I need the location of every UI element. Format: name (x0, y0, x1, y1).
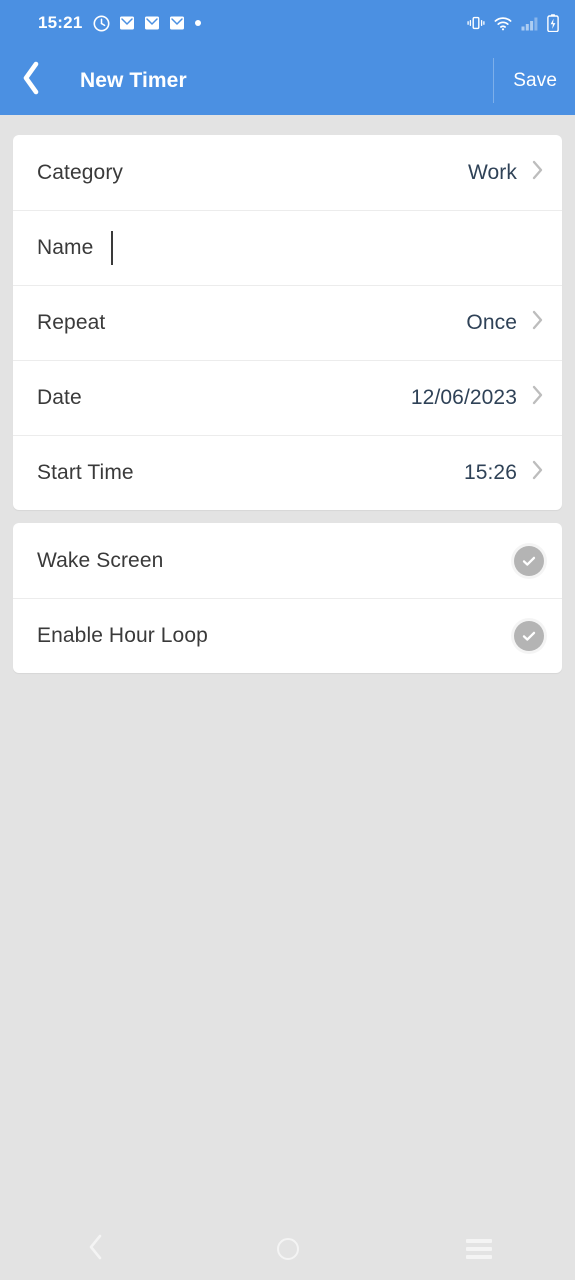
chevron-right-icon (531, 459, 544, 486)
row-enable-hour-loop[interactable]: Enable Hour Loop (13, 598, 562, 673)
dot-icon (194, 19, 202, 27)
row-name[interactable]: Name (13, 210, 562, 285)
row-accessory-enable-hour-loop[interactable] (514, 620, 544, 651)
save-button-label: Save (513, 69, 557, 91)
status-bar: 15:21 (0, 0, 575, 46)
nav-home-button[interactable] (192, 1238, 384, 1260)
row-accessory-repeat: Once (466, 309, 544, 336)
circle-home-icon (276, 1238, 299, 1260)
mail-icon (144, 15, 160, 31)
chevron-left-icon (20, 61, 42, 100)
page-title: New Timer (80, 68, 187, 92)
row-value-date: 12/06/2023 (410, 385, 517, 409)
row-label-category: Category (37, 160, 124, 184)
chevron-right-icon (531, 159, 544, 186)
chevron-right-icon (531, 384, 544, 411)
hamburger-recents-icon (466, 1239, 493, 1259)
row-category[interactable]: Category Work (13, 135, 562, 210)
status-bar-left: 15:21 (38, 13, 202, 33)
row-label-wake-screen: Wake Screen (37, 548, 164, 572)
row-label-repeat: Repeat (37, 310, 106, 334)
row-label-enable-hour-loop: Enable Hour Loop (37, 623, 208, 647)
settings-content: Category Work Name Repeat Once Date 12/0… (0, 135, 575, 673)
row-value-start-time: 15:26 (463, 460, 517, 484)
mail-icon (119, 15, 135, 31)
row-repeat[interactable]: Repeat Once (13, 285, 562, 360)
name-input[interactable] (113, 230, 544, 265)
row-value-category: Work (467, 160, 517, 184)
system-nav-bar (0, 1218, 575, 1280)
battery-charging-icon (547, 14, 559, 32)
row-wake-screen[interactable]: Wake Screen (13, 523, 562, 598)
check-circle-icon[interactable] (514, 620, 544, 651)
signal-icon (521, 16, 538, 31)
chevron-left-icon (86, 1233, 106, 1266)
nav-back-button[interactable] (0, 1233, 192, 1266)
row-accessory-date: 12/06/2023 (411, 384, 544, 411)
nav-recents-button[interactable] (383, 1239, 575, 1259)
name-input-wrap[interactable] (111, 210, 544, 285)
row-date[interactable]: Date 12/06/2023 (13, 360, 562, 435)
row-accessory-start-time: 15:26 (464, 459, 544, 486)
check-circle-icon[interactable] (514, 545, 544, 576)
save-button[interactable]: Save (493, 46, 575, 115)
row-accessory-category: Work (468, 159, 544, 186)
chevron-right-icon (531, 309, 544, 336)
row-accessory-wake-screen[interactable] (514, 545, 544, 576)
settings-card: Category Work Name Repeat Once Date 12/0… (13, 135, 562, 510)
mail-icon (169, 15, 185, 31)
status-clock: 15:21 (38, 13, 83, 32)
row-start-time[interactable]: Start Time 15:26 (13, 435, 562, 510)
stopwatch-icon (93, 15, 110, 32)
row-label-name: Name (37, 235, 94, 259)
app-bar: New Timer Save (0, 46, 575, 115)
toggles-card: Wake Screen Enable Hour Loop (13, 523, 562, 673)
wifi-icon (494, 16, 512, 31)
row-value-repeat: Once (466, 310, 517, 334)
status-bar-right (467, 14, 559, 32)
vibrate-icon (467, 15, 485, 31)
row-label-start-time: Start Time (37, 460, 134, 484)
row-label-date: Date (37, 385, 82, 409)
back-button[interactable] (0, 46, 54, 115)
